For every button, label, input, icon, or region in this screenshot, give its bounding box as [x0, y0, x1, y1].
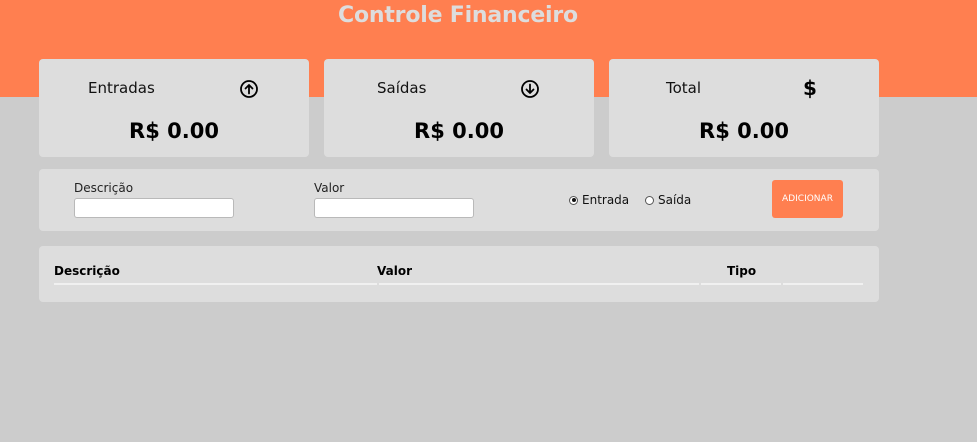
card-saidas-value: R$ 0.00	[414, 119, 504, 143]
arrow-down-circle-icon	[520, 79, 540, 99]
transaction-form: Descrição Valor Entrada Saída ADICIONAR	[39, 169, 879, 231]
radio-saida-option[interactable]: Saída	[645, 193, 691, 207]
column-header-valor: Valor	[377, 264, 413, 278]
card-entradas-value: R$ 0.00	[129, 119, 219, 143]
header-divider	[783, 283, 863, 285]
header-divider	[54, 283, 377, 285]
header-divider	[701, 283, 781, 285]
transactions-table: Descrição Valor Tipo	[39, 246, 879, 302]
card-total-value: R$ 0.00	[699, 119, 789, 143]
radio-entrada[interactable]	[569, 195, 578, 205]
arrow-up-circle-icon	[239, 79, 259, 99]
card-entradas: Entradas R$ 0.00	[39, 59, 309, 157]
description-label: Descrição	[74, 181, 134, 195]
radio-saida-label: Saída	[658, 193, 692, 207]
radio-saida[interactable]	[645, 195, 654, 205]
description-input[interactable]	[74, 198, 234, 218]
header-divider	[379, 283, 699, 285]
value-label: Valor	[314, 181, 345, 195]
dollar-icon: $	[803, 76, 817, 100]
column-header-tipo: Tipo	[727, 264, 757, 278]
value-input[interactable]	[314, 198, 474, 218]
card-total: Total $ R$ 0.00	[609, 59, 879, 157]
card-saidas: Saídas R$ 0.00	[324, 59, 594, 157]
card-total-label: Total	[666, 79, 702, 97]
column-header-descricao: Descrição	[54, 264, 120, 278]
radio-entrada-option[interactable]: Entrada	[569, 193, 629, 207]
card-saidas-label: Saídas	[377, 79, 427, 97]
card-entradas-label: Entradas	[88, 79, 155, 97]
app-title: Controle Financeiro	[338, 3, 578, 28]
add-button[interactable]: ADICIONAR	[772, 180, 843, 218]
radio-entrada-label: Entrada	[582, 193, 630, 207]
